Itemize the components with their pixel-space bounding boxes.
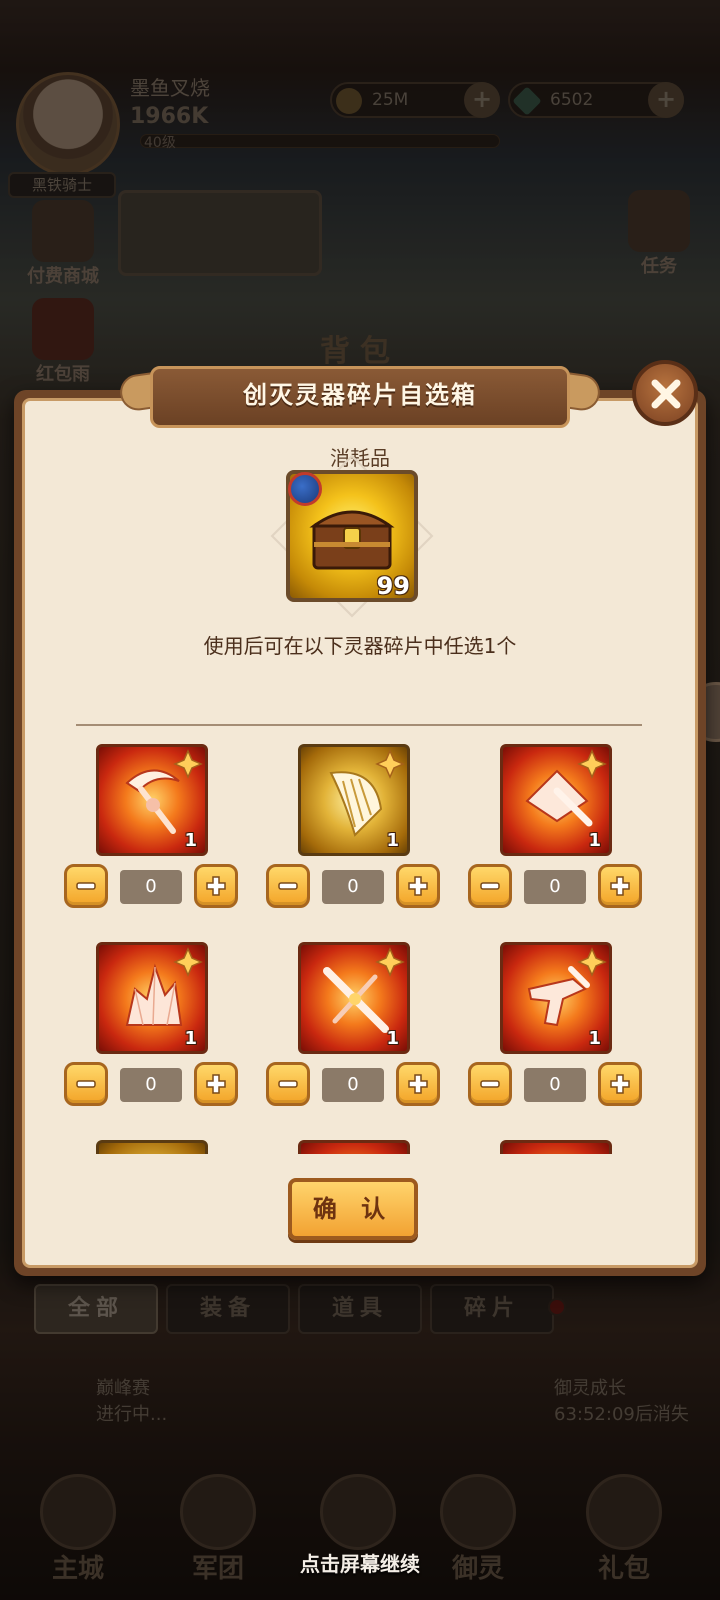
plus-icon	[408, 876, 428, 896]
minus-icon	[76, 882, 96, 890]
increase-button[interactable]	[598, 1062, 642, 1106]
quantity-value[interactable]: 0	[322, 1068, 384, 1102]
fragment-corner-icon	[173, 947, 203, 977]
chest-item: 99	[270, 454, 434, 618]
fragment-corner-icon	[173, 749, 203, 779]
fragment-qty: 1	[184, 830, 197, 851]
fragment-icon-frame[interactable]	[298, 1140, 410, 1154]
fragment-icon-frame[interactable]	[500, 1140, 612, 1154]
fragment-option-clipped	[468, 1140, 642, 1154]
fragment-option-clipped	[266, 1140, 440, 1154]
plus-icon	[206, 1074, 226, 1094]
fragment-qty: 1	[386, 1028, 399, 1049]
fragment-corner-icon	[375, 749, 405, 779]
fragment-corner-icon	[375, 947, 405, 977]
fragment-qty: 1	[184, 1028, 197, 1049]
fragment-icon-frame[interactable]: 1	[500, 744, 612, 856]
close-button[interactable]	[632, 360, 698, 426]
quantity-value[interactable]: 0	[524, 870, 586, 904]
dialog-description: 使用后可在以下灵器碎片中任选1个	[203, 634, 517, 658]
minus-icon	[480, 1080, 500, 1088]
close-icon	[651, 379, 681, 409]
fragment-icon-frame[interactable]: 1	[298, 744, 410, 856]
quantity-stepper: 0	[64, 864, 238, 910]
quantity-stepper: 0	[64, 1062, 238, 1108]
confirm-button[interactable]: 确 认	[288, 1178, 418, 1240]
fragment-option: 1 0	[468, 744, 642, 934]
plus-icon	[206, 876, 226, 896]
fragment-qty: 1	[386, 830, 399, 851]
quantity-value[interactable]: 0	[120, 870, 182, 904]
minus-icon	[76, 1080, 96, 1088]
fragment-icon-frame[interactable]	[96, 1140, 208, 1154]
chest-count: 99	[376, 572, 410, 600]
fragment-option: 1 0	[468, 942, 642, 1132]
fragment-option: 1 0	[64, 942, 238, 1132]
divider	[76, 724, 642, 726]
fragment-option: 1 0	[64, 744, 238, 934]
fragment-option: 1 0	[266, 744, 440, 934]
increase-button[interactable]	[396, 864, 440, 908]
fragment-option-clipped	[64, 1140, 238, 1154]
plus-icon	[408, 1074, 428, 1094]
plus-icon	[610, 1074, 630, 1094]
increase-button[interactable]	[598, 864, 642, 908]
quantity-value[interactable]: 0	[524, 1068, 586, 1102]
fragment-corner-icon	[577, 947, 607, 977]
minus-icon	[278, 882, 298, 890]
fragment-corner-icon	[577, 749, 607, 779]
minus-icon	[278, 1080, 298, 1088]
fragment-icon-frame[interactable]: 1	[96, 942, 208, 1054]
decrease-button[interactable]	[64, 864, 108, 908]
decrease-button[interactable]	[468, 1062, 512, 1106]
increase-button[interactable]	[194, 1062, 238, 1106]
decrease-button[interactable]	[266, 864, 310, 908]
dialog-title: 创灭灵器碎片自选箱	[243, 381, 477, 409]
rarity-badge-icon	[288, 472, 322, 506]
quantity-value[interactable]: 0	[120, 1068, 182, 1102]
increase-button[interactable]	[396, 1062, 440, 1106]
fragment-grid: 1 0 1 0 1 0 1 0 1 0 1 0	[0, 744, 720, 1154]
fragment-qty: 1	[588, 1028, 601, 1049]
decrease-button[interactable]	[64, 1062, 108, 1106]
quantity-stepper: 0	[468, 1062, 642, 1108]
plus-icon	[610, 876, 630, 896]
quantity-stepper: 0	[266, 864, 440, 910]
quantity-stepper: 0	[468, 864, 642, 910]
quantity-value[interactable]: 0	[322, 870, 384, 904]
tap-to-continue: 点击屏幕继续	[300, 1552, 420, 1576]
quantity-stepper: 0	[266, 1062, 440, 1108]
fragment-icon-frame[interactable]: 1	[96, 744, 208, 856]
increase-button[interactable]	[194, 864, 238, 908]
fragment-icon-frame[interactable]: 1	[298, 942, 410, 1054]
fragment-icon-frame[interactable]: 1	[500, 942, 612, 1054]
fragment-option: 1 0	[266, 942, 440, 1132]
dialog-title-plate: 创灭灵器碎片自选箱	[117, 366, 603, 432]
decrease-button[interactable]	[468, 864, 512, 908]
chest-icon	[309, 510, 395, 570]
decrease-button[interactable]	[266, 1062, 310, 1106]
fragment-qty: 1	[588, 830, 601, 851]
minus-icon	[480, 882, 500, 890]
